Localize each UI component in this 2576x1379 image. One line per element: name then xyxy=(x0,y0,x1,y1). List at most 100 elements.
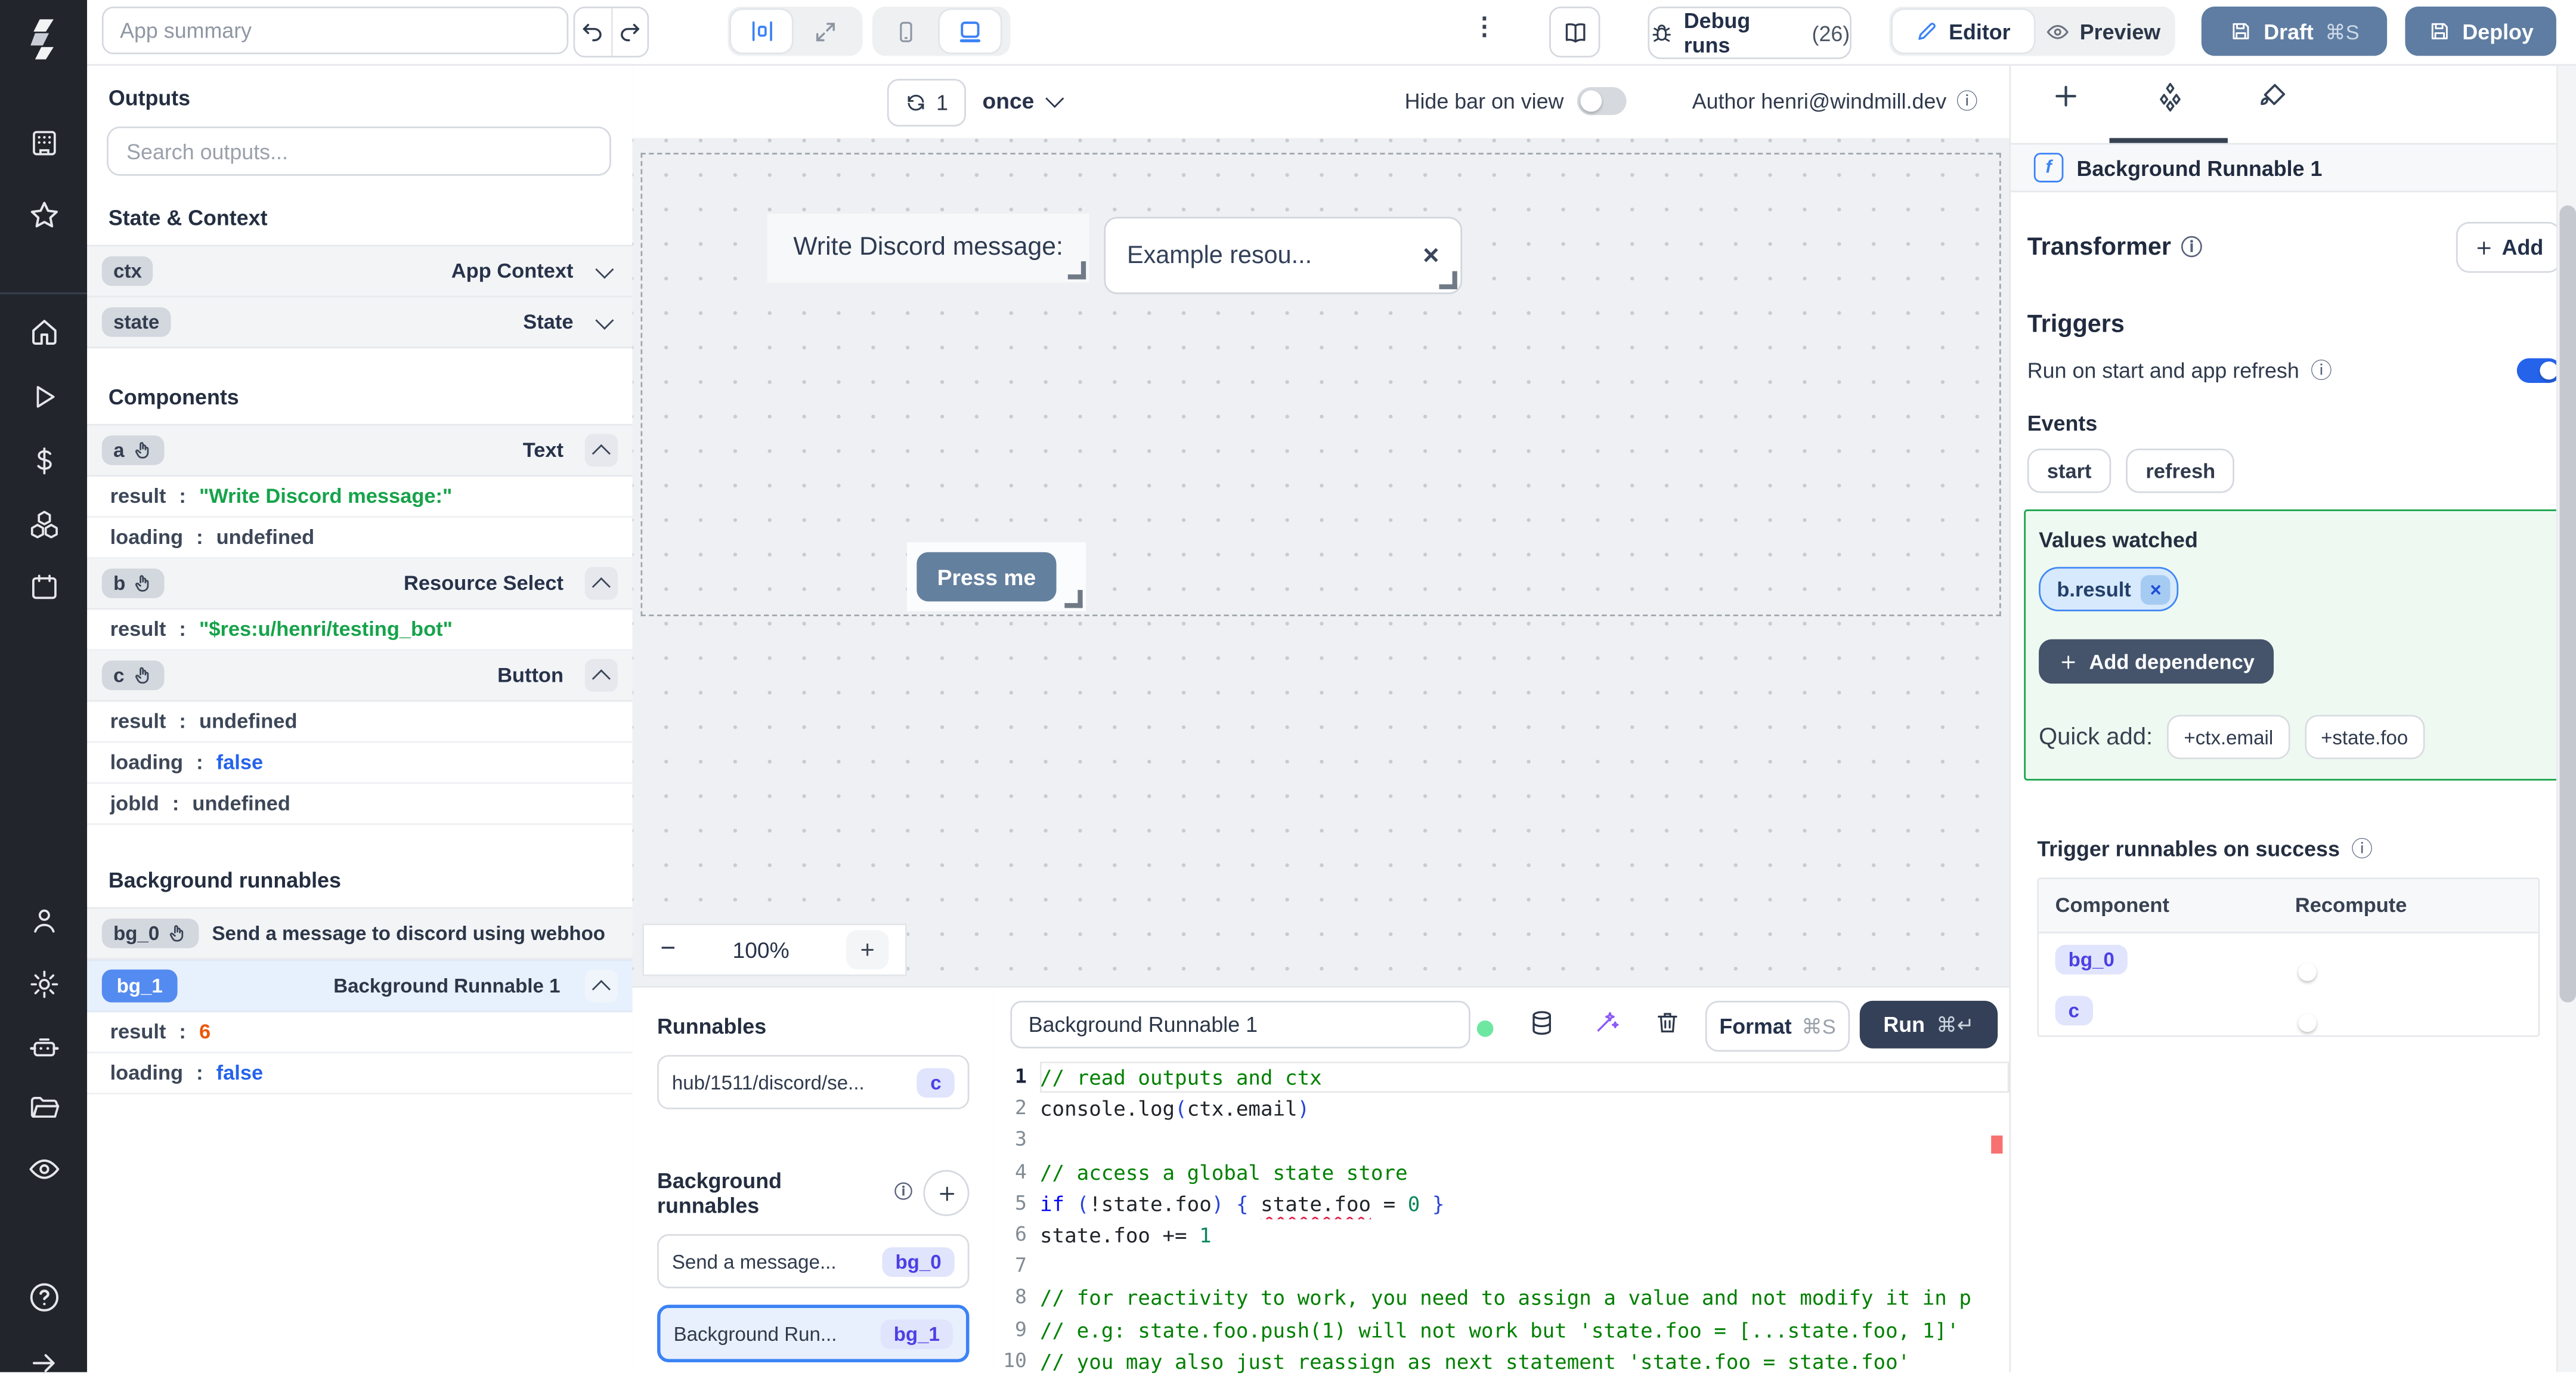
mobile-view-button[interactable] xyxy=(875,10,936,53)
folders-icon[interactable] xyxy=(27,1091,60,1124)
scrollbar[interactable] xyxy=(2556,64,2576,1372)
info-icon[interactable]: ⓘ xyxy=(894,1183,912,1202)
output-row[interactable]: result: "$res:u/henri/testing_bot" xyxy=(87,610,633,651)
output-row[interactable]: result:6 xyxy=(87,1012,633,1054)
center-align-button[interactable] xyxy=(731,10,792,53)
quick-add-ctx-email[interactable]: +ctx.email xyxy=(2167,715,2290,759)
deploy-button[interactable]: Deploy xyxy=(2405,7,2556,56)
tab-preview[interactable]: Preview xyxy=(2037,10,2168,53)
output-row[interactable]: loading: undefined xyxy=(87,518,633,559)
ai-wand-icon[interactable] xyxy=(1592,1009,1620,1037)
remove-dependency-icon[interactable]: × xyxy=(2141,574,2171,604)
cache-database-icon[interactable] xyxy=(1528,1009,1556,1037)
user-icon[interactable] xyxy=(28,905,59,936)
resize-handle[interactable] xyxy=(1439,271,1457,289)
code-line[interactable]: 7 xyxy=(994,1251,2010,1282)
runs-play-icon[interactable] xyxy=(28,381,59,412)
code-line[interactable]: 8// for reactivity to work, you need to … xyxy=(994,1282,2010,1314)
delete-trash-icon[interactable] xyxy=(1654,1009,1680,1035)
docs-book-button[interactable] xyxy=(1549,7,1600,58)
collapse-button[interactable] xyxy=(584,567,618,600)
favorites-star-icon[interactable] xyxy=(27,199,60,231)
run-on-start-toggle[interactable] xyxy=(2516,358,2562,383)
info-icon[interactable]: ⓘ xyxy=(2351,838,2373,859)
search-outputs-input[interactable] xyxy=(107,126,611,176)
run-button[interactable]: Run ⌘↵ xyxy=(1859,1000,1998,1049)
text-component[interactable]: Write Discord message: xyxy=(767,214,1089,283)
format-button[interactable]: Format ⌘S xyxy=(1705,1000,1850,1052)
info-icon[interactable]: ⓘ xyxy=(2311,360,2332,381)
add-dependency-button[interactable]: Add dependency xyxy=(2039,639,2274,684)
insert-component-tab[interactable] xyxy=(2050,81,2081,112)
code-line[interactable]: 9// e.g: state.foo.push(1) will not work… xyxy=(994,1314,2010,1346)
code-line[interactable]: 1// read outputs and ctx xyxy=(994,1062,2010,1093)
hide-bar-toggle[interactable] xyxy=(1577,87,1627,115)
event-chip-start[interactable]: start xyxy=(2027,449,2111,493)
zoom-out-button[interactable]: − xyxy=(661,935,676,965)
component-a-header[interactable]: a Text xyxy=(87,423,633,477)
refresh-count-button[interactable]: 1 xyxy=(887,79,967,127)
windmill-logo[interactable] xyxy=(19,13,69,63)
code-line[interactable]: 5 if (!state.foo) { state.foo = 0 } xyxy=(994,1188,2010,1219)
tab-editor[interactable]: Editor xyxy=(1892,10,2034,53)
app-canvas[interactable]: Write Discord message: Example resou... … xyxy=(632,138,2010,987)
kebab-menu-button[interactable]: ⋮ xyxy=(1472,11,1498,41)
button-component-wrapper[interactable]: Press me xyxy=(906,542,1086,611)
bg0-row[interactable]: bg_0 Send a message to discord using web… xyxy=(87,907,633,960)
info-icon[interactable]: ⓘ xyxy=(1956,91,1978,112)
add-transformer-button[interactable]: Add xyxy=(2456,221,2562,273)
run-interval-dropdown[interactable]: once xyxy=(983,79,1064,123)
runnable-item-bg0[interactable]: Send a message... bg_0 xyxy=(657,1234,970,1288)
add-background-runnable-button[interactable] xyxy=(924,1170,970,1216)
code-line[interactable]: 2 console.log(ctx.email) xyxy=(994,1093,2010,1125)
settings-diamonds-tab[interactable] xyxy=(2154,81,2187,113)
resources-cubes-icon[interactable] xyxy=(27,508,60,540)
debug-runs-button[interactable]: Debug runs (26) xyxy=(1648,7,1852,60)
output-row[interactable]: loading: false xyxy=(87,1053,633,1094)
collapse-arrow-icon[interactable] xyxy=(28,1347,59,1378)
output-row[interactable]: jobId: undefined xyxy=(87,784,633,825)
settings-gear-icon[interactable] xyxy=(27,968,60,1001)
help-icon[interactable] xyxy=(26,1280,61,1315)
collapse-button[interactable] xyxy=(584,658,618,692)
quick-add-state-foo[interactable]: +state.foo xyxy=(2304,715,2425,759)
app-summary-input[interactable] xyxy=(101,7,569,54)
resize-handle[interactable] xyxy=(1067,261,1086,280)
resize-handle[interactable] xyxy=(1064,590,1083,608)
press-me-button[interactable]: Press me xyxy=(917,552,1057,602)
expand-button[interactable] xyxy=(795,10,856,53)
styling-brush-tab[interactable] xyxy=(2258,81,2289,112)
component-c-header[interactable]: c Button xyxy=(87,651,633,702)
chevron-down-icon[interactable] xyxy=(595,259,614,279)
home-icon[interactable] xyxy=(27,316,60,348)
bg1-row[interactable]: bg_1 Background Runnable 1 xyxy=(87,959,633,1013)
clear-selection-icon[interactable]: × xyxy=(1423,239,1439,272)
resource-select-component[interactable]: Example resou... × xyxy=(1104,217,1463,295)
code-line[interactable]: 6 state.foo += 1 xyxy=(994,1219,2010,1251)
schedules-calendar-icon[interactable] xyxy=(28,572,59,603)
runnable-name-input[interactable] xyxy=(1010,1000,1470,1049)
draft-button[interactable]: Draft ⌘S xyxy=(2201,7,2388,56)
code-editor[interactable]: 1// read outputs and ctx 2 console.log(ct… xyxy=(994,1062,2010,1374)
audit-eye-icon[interactable] xyxy=(26,1152,61,1186)
zoom-in-button[interactable]: + xyxy=(846,930,889,970)
redo-button[interactable] xyxy=(612,20,647,44)
chevron-down-icon[interactable] xyxy=(595,310,614,329)
component-b-header[interactable]: b Resource Select xyxy=(87,558,633,610)
runnable-item-hub[interactable]: hub/1511/discord/se... c xyxy=(657,1055,970,1109)
info-icon[interactable]: ⓘ xyxy=(2181,237,2203,258)
output-row[interactable]: loading: false xyxy=(87,743,633,784)
undo-button[interactable] xyxy=(575,20,610,44)
state-row[interactable]: state State xyxy=(87,297,633,349)
code-line[interactable]: 3 xyxy=(994,1125,2010,1157)
event-chip-refresh[interactable]: refresh xyxy=(2126,449,2236,493)
output-row[interactable]: result: "Write Discord message:" xyxy=(87,477,633,518)
variables-dollar-icon[interactable] xyxy=(28,446,59,477)
code-line[interactable]: 4// access a global state store xyxy=(994,1156,2010,1188)
scrollbar-thumb[interactable] xyxy=(2559,205,2576,1003)
workspace-icon[interactable] xyxy=(28,128,59,159)
desktop-view-button[interactable] xyxy=(939,10,1001,53)
collapse-button[interactable] xyxy=(584,969,618,1003)
runnable-item-bg1[interactable]: Background Run... bg_1 xyxy=(657,1304,970,1362)
output-row[interactable]: result: undefined xyxy=(87,701,633,743)
